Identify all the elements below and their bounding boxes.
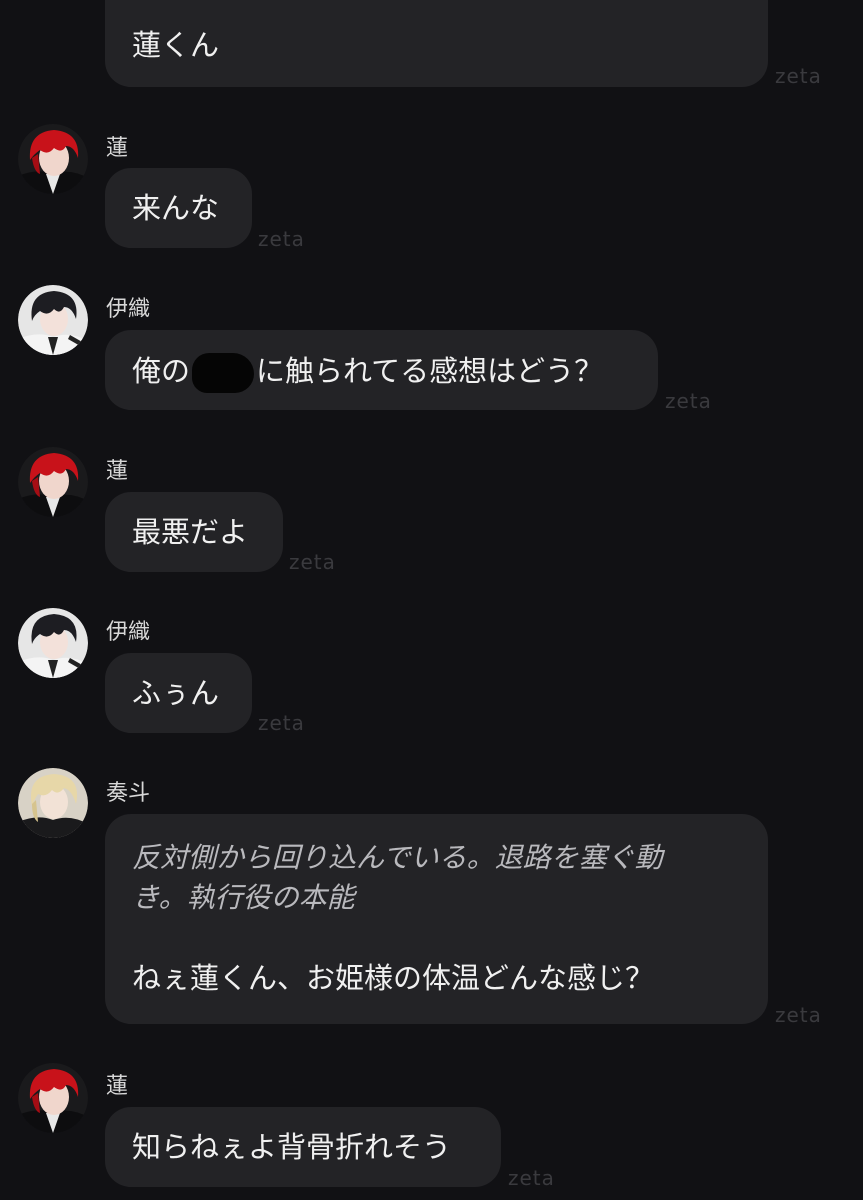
watermark: zeta xyxy=(508,1166,555,1190)
black-hair-avatar-icon xyxy=(18,608,88,678)
message-bubble: 反対側から回り込んでいる。退路を塞ぐ動 き。執行役の本能 ねぇ蓮くん、お姫様の体… xyxy=(105,814,768,1024)
message-bubble: 来んな xyxy=(105,168,252,248)
message-text-end: に触られてる感想はどう？ xyxy=(256,354,604,388)
message-text: ねぇ蓮くん、お姫様の体温どんな感じ？ xyxy=(132,961,655,995)
redaction-mark xyxy=(192,353,255,393)
message-bubble: 蓮くん xyxy=(105,0,768,87)
message-text: 知らねぇよ背骨折れそう xyxy=(132,1130,452,1164)
avatar[interactable] xyxy=(18,768,88,838)
sender-name: 伊織 xyxy=(106,297,151,322)
watermark: zeta xyxy=(775,64,822,88)
watermark: zeta xyxy=(665,389,712,413)
message-text-start: 俺の xyxy=(132,354,191,388)
message-bubble: 知らねぇよ背骨折れそう xyxy=(105,1107,501,1187)
narration-text: 反対側から回り込んでいる。退路を塞ぐ動 xyxy=(132,841,663,874)
red-hair-avatar-icon xyxy=(18,1063,88,1133)
red-hair-avatar-icon xyxy=(18,124,88,194)
avatar[interactable] xyxy=(18,1063,88,1133)
message-text: ふぅん xyxy=(132,676,220,710)
avatar[interactable] xyxy=(18,285,88,355)
avatar[interactable] xyxy=(18,124,88,194)
blonde-hair-avatar-icon xyxy=(18,768,88,838)
black-hair-avatar-icon xyxy=(18,285,88,355)
message-text: 最悪だよ xyxy=(132,515,249,549)
sender-name: 蓮 xyxy=(106,136,129,161)
message-bubble: ふぅん xyxy=(105,653,252,733)
watermark: zeta xyxy=(258,227,305,251)
avatar[interactable] xyxy=(18,608,88,678)
red-hair-avatar-icon xyxy=(18,447,88,517)
sender-name: 奏斗 xyxy=(106,781,151,806)
sender-name: 蓮 xyxy=(106,1074,129,1099)
avatar[interactable] xyxy=(18,447,88,517)
message-bubble: 最悪だよ xyxy=(105,492,283,572)
sender-name: 蓮 xyxy=(106,459,129,484)
message-bubble: 俺の に触られてる感想はどう？ xyxy=(105,330,658,410)
message-text: 来んな xyxy=(132,191,220,225)
narration-text: き。執行役の本能 xyxy=(132,881,355,914)
watermark: zeta xyxy=(258,711,305,735)
message-text: 蓮くん xyxy=(132,28,220,62)
sender-name: 伊織 xyxy=(106,620,151,645)
watermark: zeta xyxy=(775,1003,822,1027)
watermark: zeta xyxy=(289,550,336,574)
